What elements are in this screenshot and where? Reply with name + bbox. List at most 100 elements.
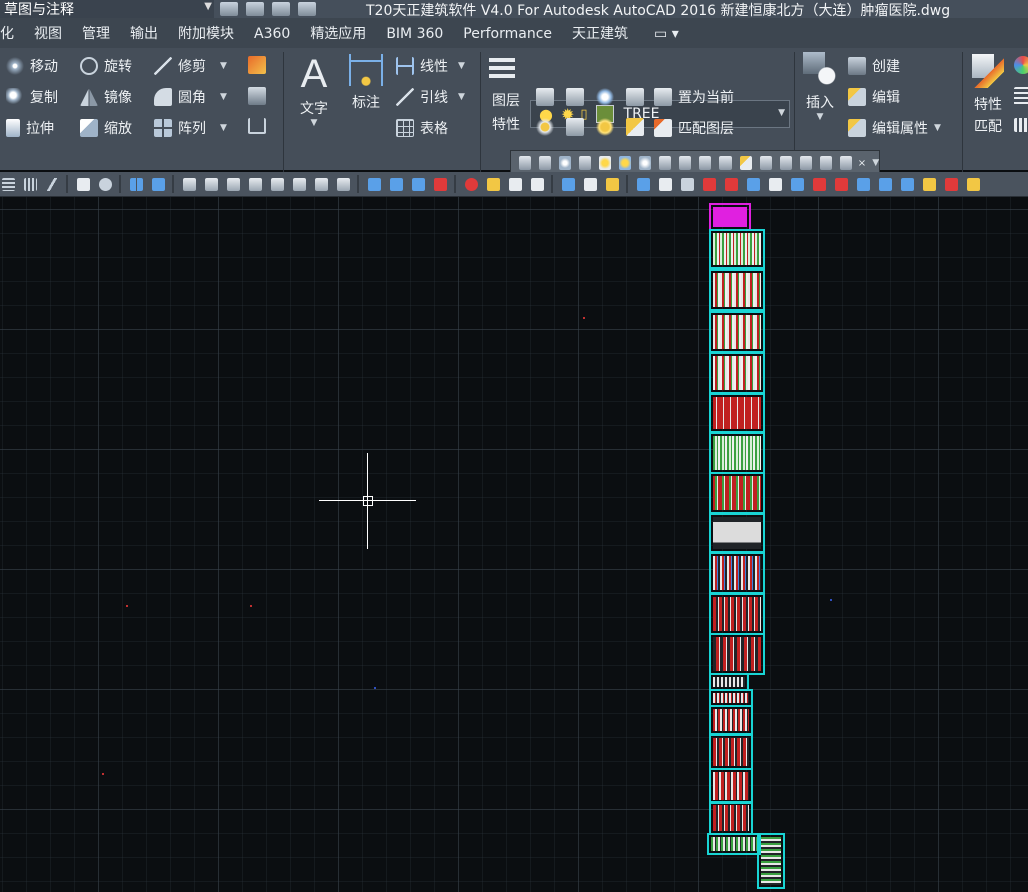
tool-icon[interactable]	[562, 177, 575, 191]
tab-bim360[interactable]: BIM 360	[376, 18, 453, 48]
tool-icon[interactable]	[813, 177, 826, 191]
tool-icon[interactable]	[337, 177, 350, 191]
match-layer-button[interactable]: 匹配图层	[654, 118, 734, 138]
tool-icon[interactable]	[77, 177, 90, 191]
undo-icon[interactable]	[272, 2, 290, 16]
tool-icon[interactable]	[835, 177, 848, 191]
layer-unlock-icon[interactable]	[626, 118, 644, 136]
set-current-button[interactable]: 置为当前	[654, 87, 734, 107]
dimension-button[interactable]: 标注	[346, 54, 386, 112]
tool-icon[interactable]	[249, 177, 262, 191]
chevron-down-icon[interactable]: ▼	[220, 61, 227, 71]
tab-a360[interactable]: A360	[244, 18, 300, 48]
copy-button[interactable]: 复制	[6, 87, 58, 107]
layer-lock-icon[interactable]	[626, 88, 644, 106]
move-button[interactable]: 移动	[6, 56, 58, 76]
tool-icon[interactable]	[584, 177, 597, 191]
layer-tool-icon[interactable]	[579, 156, 592, 170]
tool-icon[interactable]	[747, 177, 760, 191]
chevron-down-icon[interactable]: ▼	[778, 108, 785, 118]
layer-tool-icon[interactable]	[599, 156, 612, 170]
tool-icon[interactable]	[293, 177, 306, 191]
color-wheel-icon[interactable]	[1014, 56, 1028, 74]
match-properties-button[interactable]: 特性 匹配	[968, 54, 1008, 136]
layer-freeze-icon[interactable]	[596, 88, 614, 106]
fillet-button[interactable]: 圆角 ▼	[154, 87, 227, 107]
offset-icon[interactable]	[248, 118, 266, 134]
mirror-button[interactable]: 镜像	[80, 87, 132, 107]
layer-isolate-icon[interactable]	[566, 88, 584, 106]
tab-addins[interactable]: 附加模块	[168, 18, 244, 48]
redo-icon[interactable]	[298, 2, 316, 16]
tool-icon[interactable]	[465, 177, 478, 191]
insert-button[interactable]: 插入 ▼	[800, 52, 840, 122]
tab-tangent[interactable]: 天正建筑	[562, 18, 638, 48]
drawing-canvas[interactable]	[0, 197, 1028, 892]
tool-icon[interactable]	[945, 177, 958, 191]
layer-unisolate-icon[interactable]	[566, 118, 584, 136]
layer-tool-icon[interactable]	[799, 156, 812, 170]
explode-icon[interactable]	[248, 87, 266, 105]
layer-tool-icon[interactable]	[779, 156, 792, 170]
workspace-selector[interactable]: 草图与注释 ▼	[0, 0, 214, 18]
tool-icon[interactable]	[390, 177, 403, 191]
layer-tool-icon[interactable]	[819, 156, 832, 170]
edit-block-button[interactable]: 编辑	[848, 87, 900, 107]
tool-icon[interactable]	[879, 177, 892, 191]
tool-icon[interactable]	[637, 177, 650, 191]
tool-icon[interactable]	[659, 177, 672, 191]
tool-icon[interactable]	[368, 177, 381, 191]
trim-button[interactable]: 修剪 ▼	[154, 56, 227, 76]
chevron-down-icon[interactable]: ▼	[294, 118, 334, 128]
columns-icon[interactable]	[24, 177, 37, 191]
layer-thaw-icon[interactable]	[596, 118, 614, 136]
tool-icon[interactable]	[412, 177, 425, 191]
chevron-down-icon[interactable]: ▼	[934, 123, 941, 133]
layer-tool-icon[interactable]	[659, 156, 672, 170]
layer-tool-icon[interactable]	[559, 156, 572, 170]
tool-icon[interactable]	[703, 177, 716, 191]
layer-on-icon[interactable]	[536, 118, 554, 136]
tab-view[interactable]: 视图	[24, 18, 72, 48]
tool-icon[interactable]	[227, 177, 240, 191]
layer-tool-icon[interactable]	[759, 156, 772, 170]
ribbon-minimize-icon[interactable]: ▭ ▾	[638, 18, 689, 48]
tab-manage[interactable]: 管理	[72, 18, 120, 48]
layer-off-icon[interactable]	[536, 88, 554, 106]
layer-tool-icon[interactable]	[679, 156, 692, 170]
chevron-down-icon[interactable]: ▼	[220, 92, 227, 102]
tool-icon[interactable]	[509, 177, 522, 191]
chevron-down-icon[interactable]: ▼	[458, 92, 465, 102]
tab-partial[interactable]: 化	[0, 18, 24, 48]
tool-icon[interactable]	[791, 177, 804, 191]
tab-output[interactable]: 输出	[120, 18, 168, 48]
tool-icon[interactable]	[857, 177, 870, 191]
tool-icon[interactable]	[606, 177, 619, 191]
tool-icon[interactable]	[681, 177, 694, 191]
tab-performance[interactable]: Performance	[453, 18, 562, 48]
tool-icon[interactable]	[487, 177, 500, 191]
tool-icon[interactable]	[901, 177, 914, 191]
zoom-icon[interactable]	[99, 177, 112, 191]
menu-icon[interactable]	[2, 177, 15, 191]
layer-tool-icon[interactable]	[519, 156, 532, 170]
layer-tool-icon[interactable]	[619, 156, 632, 170]
tool-icon[interactable]	[315, 177, 328, 191]
layer-tool-icon[interactable]	[839, 156, 852, 170]
table-button[interactable]: 表格	[396, 118, 448, 138]
leader-button[interactable]: 引线 ▼	[396, 87, 465, 107]
linear-dimension-button[interactable]: 线性 ▼	[396, 56, 465, 76]
tool-icon[interactable]	[205, 177, 218, 191]
layer-tool-icon[interactable]	[739, 156, 752, 170]
create-block-button[interactable]: 创建	[848, 56, 900, 76]
tool-icon[interactable]	[967, 177, 980, 191]
chevron-down-icon[interactable]: ▼	[220, 123, 227, 133]
layer-tool-icon[interactable]	[639, 156, 652, 170]
layer-properties-button[interactable]: 图层 特性	[486, 54, 526, 134]
scale-button[interactable]: 缩放	[80, 118, 132, 138]
rotate-button[interactable]: 旋转	[80, 56, 132, 76]
edit-attributes-button[interactable]: 编辑属性 ▼	[848, 118, 941, 138]
chevron-down-icon[interactable]: ▼	[872, 158, 879, 168]
linetype-icon[interactable]	[1014, 118, 1028, 132]
erase-icon[interactable]	[248, 56, 266, 74]
